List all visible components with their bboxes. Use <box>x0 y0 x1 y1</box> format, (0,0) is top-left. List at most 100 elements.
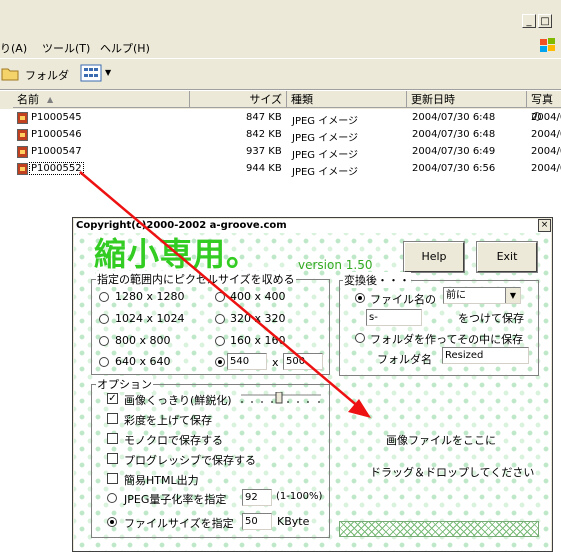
file-modified: 2004/07/30 6:49 <box>412 146 496 157</box>
filename-radio[interactable] <box>355 293 365 303</box>
file-name: P1000546 <box>31 129 82 140</box>
column-name-label: 名前 <box>17 93 39 106</box>
saturation-label: 彩度を上げて保存 <box>124 414 212 427</box>
filesize-radio[interactable] <box>107 517 117 527</box>
file-row[interactable]: P1000547 937 KB JPEG イメージ 2004/07/30 6:4… <box>0 144 561 161</box>
file-modified: 2004/07/30 6:48 <box>412 112 496 123</box>
options-group-legend: オプション <box>96 376 153 392</box>
jpeg-file-icon <box>17 129 28 141</box>
sort-arrow-icon: ▲ <box>47 95 54 104</box>
views-icon[interactable] <box>80 64 102 82</box>
menu-item-tools[interactable]: ツール(T) <box>42 40 90 56</box>
filename-option-label: ファイル名の <box>370 293 436 306</box>
progress-bar <box>339 521 539 537</box>
simple-html-label: 簡易HTML出力 <box>124 474 199 487</box>
column-size[interactable]: サイズ <box>190 91 287 108</box>
size-1024-label: 1024 x 1024 <box>115 312 185 325</box>
file-photo-date: 2004/0 <box>531 146 561 157</box>
file-size: 937 KB <box>246 146 282 157</box>
app-version: version 1.50 <box>298 258 373 272</box>
filesize-input[interactable]: 50 <box>242 513 272 530</box>
jpeg-quality-label: JPEG量子化率を指定 <box>124 493 227 506</box>
prefix-input[interactable]: s- <box>366 309 422 326</box>
size-1280-label: 1280 x 1280 <box>115 290 185 303</box>
file-row[interactable]: P1000546 842 KB JPEG イメージ 2004/07/30 6:4… <box>0 127 561 144</box>
filesize-label: ファイルサイズを指定 <box>124 517 234 530</box>
size-320-radio[interactable] <box>215 314 225 324</box>
file-row[interactable]: P1000545 847 KB JPEG イメージ 2004/07/30 6:4… <box>0 110 561 127</box>
file-type: JPEG イメージ <box>292 116 359 127</box>
jpeg-quality-radio[interactable] <box>107 493 117 503</box>
folder-radio[interactable] <box>355 333 365 343</box>
sharpen-checkbox[interactable]: ✓ <box>107 393 118 404</box>
file-size: 847 KB <box>246 112 282 123</box>
dialog-close-button[interactable]: × <box>538 219 551 232</box>
menu-item-help[interactable]: ヘルプ(H) <box>100 40 150 56</box>
minimize-button[interactable]: _ <box>522 14 536 28</box>
jpeg-file-icon <box>17 163 28 175</box>
drop-instruction-line2: ドラッグ＆ドロップしてください <box>370 466 535 479</box>
file-row-selected[interactable]: P1000552 944 KB JPEG イメージ 2004/07/30 6:5… <box>0 161 561 178</box>
simple-html-checkbox[interactable] <box>107 473 118 484</box>
column-photo-date[interactable]: 写真の <box>527 91 561 123</box>
folder-option-label: フォルダを作ってその中に保存 <box>370 333 524 346</box>
folders-button-label[interactable]: フォルダ <box>25 67 69 83</box>
size-800-radio[interactable] <box>99 336 109 346</box>
sharpen-label: 画像くっきり(鮮鋭化) <box>124 394 232 407</box>
file-photo-date: 2004/0 <box>531 129 561 140</box>
position-select-value: 前に <box>446 290 466 301</box>
file-photo-date: 2004/0 <box>531 163 561 174</box>
size-1024-radio[interactable] <box>99 314 109 324</box>
app-title: 縮小専用。 <box>94 235 260 273</box>
folder-name-input[interactable]: Resized <box>442 347 529 364</box>
views-dropdown-icon[interactable]: ▼ <box>105 68 111 77</box>
jpeg-file-icon <box>17 146 28 158</box>
size-160-label: 160 x 160 <box>230 334 286 347</box>
mono-checkbox[interactable] <box>107 433 118 444</box>
menu-item-favorites[interactable]: り(A) <box>0 40 27 56</box>
mono-label: モノクロで保存する <box>124 434 223 447</box>
select-arrow-icon[interactable]: ▼ <box>505 288 520 303</box>
file-size: 944 KB <box>246 163 282 174</box>
list-header: 名前 ▲ サイズ 種類 更新日時 写真の <box>0 91 561 123</box>
size-custom-radio[interactable] <box>215 357 225 367</box>
drop-instruction-line1: 画像ファイルをここに <box>386 434 496 447</box>
position-select[interactable]: 前に ▼ <box>443 287 521 304</box>
maximize-button[interactable]: □ <box>538 14 552 28</box>
file-type: JPEG イメージ <box>292 133 359 144</box>
jpeg-quality-range: (1-100%) <box>276 491 323 502</box>
custom-height-input[interactable]: 500 <box>283 353 323 370</box>
jpeg-quality-input[interactable]: 92 <box>242 489 272 506</box>
file-type: JPEG イメージ <box>292 167 359 178</box>
size-group-legend: 指定の範囲内にピクセルサイズを収める <box>96 271 296 287</box>
jpeg-file-icon <box>17 112 28 124</box>
size-1280-radio[interactable] <box>99 292 109 302</box>
folder-icon <box>1 68 19 81</box>
convert-group-legend: 変換後・・・ <box>343 272 411 288</box>
column-modified[interactable]: 更新日時 <box>407 91 527 108</box>
file-type: JPEG イメージ <box>292 150 359 161</box>
custom-width-input[interactable]: 540 <box>227 353 267 370</box>
suffix-text: をつけて保存 <box>458 312 524 325</box>
file-modified: 2004/07/30 6:56 <box>412 163 496 174</box>
size-160-radio[interactable] <box>215 336 225 346</box>
column-type[interactable]: 種類 <box>287 91 407 108</box>
file-photo-date: 2004/0 <box>531 112 561 123</box>
size-320-label: 320 x 320 <box>230 312 286 325</box>
filesize-unit: KByte <box>277 515 310 528</box>
size-400-radio[interactable] <box>215 292 225 302</box>
help-button[interactable]: Help <box>403 241 465 273</box>
progressive-checkbox[interactable] <box>107 453 118 464</box>
windows-logo-icon <box>540 38 555 52</box>
title-bar <box>0 0 561 18</box>
column-name[interactable]: 名前 ▲ <box>13 91 190 108</box>
exit-button[interactable]: Exit <box>476 241 538 273</box>
folder-name-label: フォルダ名 <box>377 353 432 366</box>
size-640-radio[interactable] <box>99 357 109 367</box>
sharpen-slider[interactable] <box>240 392 322 404</box>
file-modified: 2004/07/30 6:48 <box>412 129 496 140</box>
custom-size-separator: x <box>272 356 279 369</box>
file-name: P1000545 <box>31 112 82 123</box>
size-400-label: 400 x 400 <box>230 290 286 303</box>
saturation-checkbox[interactable] <box>107 413 118 424</box>
